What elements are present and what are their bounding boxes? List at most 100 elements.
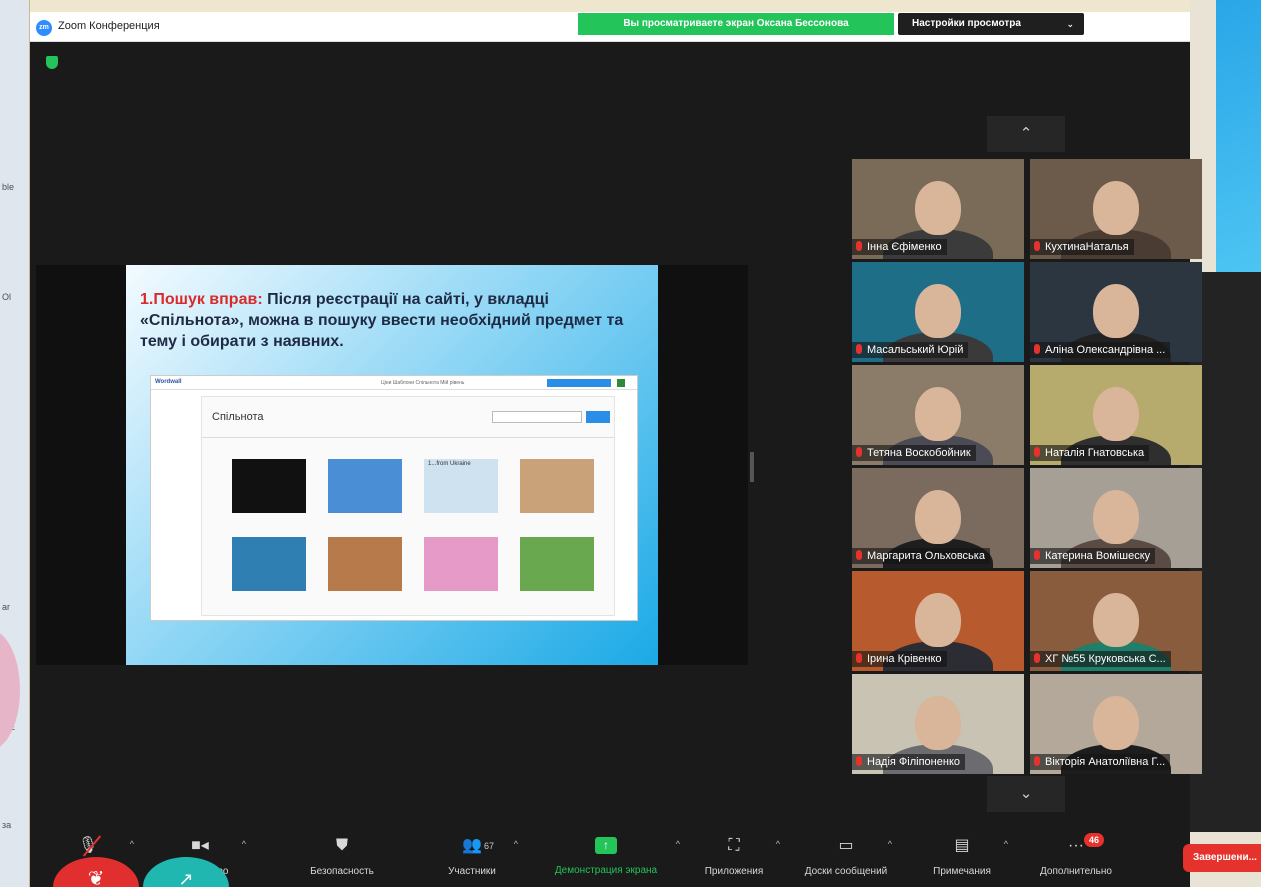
notes-button[interactable]: ▤ Примечания ^ <box>906 831 1018 885</box>
participant-name-text: Аліна Олександрівна ... <box>1045 344 1166 356</box>
participant-name: Надія Філіпоненко <box>852 754 966 770</box>
background-window-edge <box>1216 0 1261 290</box>
participant-name: Інна Єфіменко <box>852 239 947 255</box>
participant-tile[interactable]: Наталія Гнатовська <box>1030 365 1202 465</box>
participant-face <box>915 387 961 441</box>
screen-share-banner: Вы просматриваете экран Оксана Бессонова <box>578 13 894 35</box>
participant-tile[interactable]: Катерина Вомішеску <box>1030 468 1202 568</box>
participant-name: Катерина Вомішеску <box>1030 548 1156 564</box>
participant-name: Маргарита Ольховська <box>852 548 990 564</box>
whiteboard-icon: ▭ <box>838 837 854 854</box>
participant-tile[interactable]: Тетяна Воскобойник <box>852 365 1024 465</box>
split-view-handle[interactable] <box>750 452 754 482</box>
participant-name: Ірина Крівенко <box>852 651 947 667</box>
participant-face <box>1093 284 1139 338</box>
participant-face <box>1093 593 1139 647</box>
activity-thumbnail <box>520 459 594 513</box>
participant-name-text: Катерина Вомішеску <box>1045 550 1151 562</box>
website-cta-button <box>547 379 611 387</box>
zoom-logo-icon: zm <box>36 20 52 36</box>
gallery-scroll-down-button[interactable]: ⌄ <box>987 776 1065 812</box>
participants-count: 67 <box>484 841 495 851</box>
participant-face <box>1093 696 1139 750</box>
participant-name: Масальський Юрій <box>852 342 969 358</box>
community-heading: Спільнота <box>212 411 264 423</box>
desktop-fragment: Ol <box>2 292 11 302</box>
activity-thumbnail-title: 1...from Ukraine <box>428 461 471 467</box>
participant-name: Наталія Гнатовська <box>1030 445 1150 461</box>
activity-thumbnail <box>520 537 594 591</box>
chevron-up-icon[interactable]: ^ <box>888 839 892 849</box>
chevron-down-icon: ⌄ <box>1019 785 1033 802</box>
chevron-up-icon[interactable]: ^ <box>130 839 134 849</box>
view-options-label: Настройки просмотра <box>912 18 1021 29</box>
slide-heading: 1.Пошук вправ: Після реєстрації на сайті… <box>140 289 640 352</box>
chevron-down-icon: ⌄ <box>1066 19 1074 29</box>
view-options-button[interactable]: Настройки просмотра ⌄ <box>898 13 1084 35</box>
participant-name-text: Надія Філіпоненко <box>867 756 961 768</box>
shared-screen: 1.Пошук вправ: Після реєстрації на сайті… <box>36 265 748 665</box>
slide-heading-number: 1.Пошук вправ: <box>140 291 263 308</box>
activity-thumbnail <box>328 459 402 513</box>
participant-tile[interactable]: Надія Філіпоненко <box>852 674 1024 774</box>
community-search-button <box>586 411 610 423</box>
participants-button[interactable]: 👥 67 Участники ^ <box>416 831 528 885</box>
participant-face <box>1093 490 1139 544</box>
participant-name: Аліна Олександрівна ... <box>1030 342 1171 358</box>
chevron-up-icon[interactable]: ^ <box>514 839 518 849</box>
participant-tile[interactable]: Інна Єфіменко <box>852 159 1024 259</box>
background-desktop-left: ble Ol ar OE за <box>0 0 30 887</box>
end-meeting-button[interactable]: Завершени... <box>1183 844 1261 872</box>
participant-face <box>915 284 961 338</box>
participant-face <box>915 593 961 647</box>
share-screen-button[interactable]: ↑ Демонстрация экрана <box>542 831 670 885</box>
security-button[interactable]: ⛊ Безопасность <box>286 831 398 885</box>
participant-tile[interactable]: Аліна Олександрівна ... <box>1030 262 1202 362</box>
participant-tile[interactable]: КухтинаНаталья <box>1030 159 1202 259</box>
participant-name-text: Інна Єфіменко <box>867 241 942 253</box>
activity-thumbnail <box>232 459 306 513</box>
participant-name-text: Маргарита Ольховська <box>867 550 985 562</box>
chevron-up-icon[interactable]: ^ <box>776 839 780 849</box>
more-label: Дополнительно <box>1040 866 1112 877</box>
participant-tile[interactable]: ХГ №55 Круковська С... <box>1030 571 1202 671</box>
more-button[interactable]: ··· 46 Дополнительно <box>1020 831 1132 885</box>
muted-microphone-icon <box>1034 344 1040 354</box>
participant-name-text: КухтинаНаталья <box>1045 241 1129 253</box>
window-title: Zoom Конференция <box>58 20 160 32</box>
participant-tile[interactable]: Масальський Юрій <box>852 262 1024 362</box>
muted-microphone-icon <box>856 447 862 457</box>
participant-name-text: Наталія Гнатовська <box>1045 447 1145 459</box>
participant-face <box>915 490 961 544</box>
website-header: Wordwall Ціни Шаблони Спільнота Мій ріве… <box>151 376 637 390</box>
share-screen-label: Демонстрация экрана <box>554 865 658 876</box>
gallery-scroll-up-button[interactable]: ⌃ <box>987 116 1065 152</box>
muted-microphone-icon <box>1034 756 1040 766</box>
encryption-shield-icon[interactable] <box>46 56 58 69</box>
website-avatar <box>617 379 625 387</box>
share-screen-icon: ↑ <box>595 837 617 854</box>
desktop-fragment: за <box>2 820 12 830</box>
participant-name: Тетяна Воскобойник <box>852 445 976 461</box>
participant-name-text: Ірина Крівенко <box>867 653 942 665</box>
whiteboards-label: Доски сообщений <box>804 866 888 877</box>
muted-microphone-icon <box>1034 447 1040 457</box>
participant-name: Вікторія Анатоліївна Г... <box>1030 754 1171 770</box>
whiteboards-button[interactable]: ▭ Доски сообщений ^ <box>790 831 902 885</box>
muted-microphone-icon <box>1034 653 1040 663</box>
chevron-up-icon[interactable]: ^ <box>242 839 246 849</box>
participant-tile[interactable]: Вікторія Анатоліївна Г... <box>1030 674 1202 774</box>
participant-name-text: ХГ №55 Круковська С... <box>1045 653 1166 665</box>
participant-face <box>915 181 961 235</box>
website-screenshot: Wordwall Ціни Шаблони Спільнота Мій ріве… <box>150 375 638 621</box>
apps-icon: ⛶ <box>728 837 740 854</box>
community-search-input <box>492 411 582 423</box>
chevron-up-icon[interactable]: ^ <box>1004 839 1008 849</box>
participant-tile[interactable]: Маргарита Ольховська <box>852 468 1024 568</box>
desktop-fragment: ble <box>2 182 15 192</box>
muted-microphone-icon <box>856 756 862 766</box>
participant-tile[interactable]: Ірина Крівенко <box>852 571 1024 671</box>
notes-icon: ▤ <box>954 837 970 854</box>
apps-button[interactable]: ⛶ Приложения ^ <box>678 831 790 885</box>
website-nav: Ціни Шаблони Спільнота Мій рівень <box>381 380 465 386</box>
